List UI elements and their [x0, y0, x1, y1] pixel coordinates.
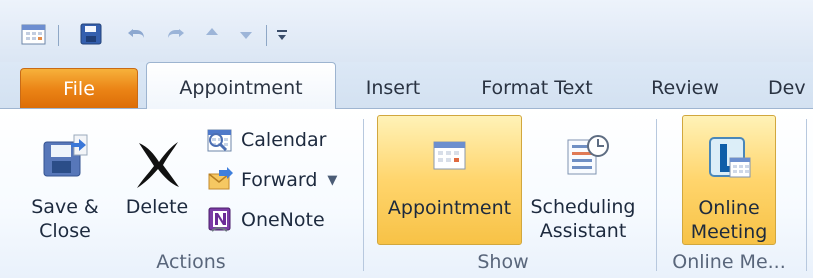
- ribbon-tab-strip: File Appointment Insert Format Text Revi…: [0, 62, 813, 109]
- appointment-calendar-icon: [427, 135, 473, 181]
- tab-developer-partial[interactable]: Dev: [768, 68, 813, 108]
- save-close-button[interactable]: Save & Close: [22, 115, 108, 245]
- actions-group-label: Actions: [156, 251, 226, 273]
- forward-dropdown-arrow-icon[interactable]: ▼: [327, 173, 337, 188]
- group-separator: [806, 119, 807, 271]
- tab-appointment[interactable]: Appointment: [146, 62, 336, 109]
- scheduling-assistant-button[interactable]: Scheduling Assistant: [523, 115, 643, 245]
- appointment-view-button[interactable]: Appointment: [377, 115, 522, 245]
- up-arrow-icon[interactable]: [202, 22, 222, 46]
- online-meeting-label-line-1: Online: [698, 197, 760, 219]
- delete-x-icon: [128, 135, 186, 193]
- delete-label: Delete: [125, 196, 189, 218]
- calendar-label: Calendar: [241, 129, 327, 151]
- online-meeting-group-label: Online Me...: [672, 251, 786, 273]
- group-separator: [363, 119, 364, 271]
- tab-file[interactable]: File: [20, 68, 138, 108]
- redo-icon[interactable]: [163, 22, 187, 46]
- onenote-icon: [205, 205, 235, 235]
- show-group-label: Show: [477, 251, 529, 273]
- appointment-ribbon: Save & Close Delete Calendar Forward ▼ O…: [0, 108, 813, 278]
- undo-icon[interactable]: [125, 22, 149, 46]
- toolbar-separator: [266, 25, 267, 46]
- tab-review[interactable]: Review: [639, 68, 731, 108]
- calendar-button[interactable]: Calendar: [205, 123, 326, 157]
- group-separator: [656, 119, 657, 271]
- save-close-label-line-1: Save &: [31, 196, 99, 218]
- forward-icon: [205, 165, 235, 195]
- scheduling-assistant-icon: [556, 130, 610, 188]
- forward-label: Forward: [241, 169, 318, 191]
- appointment-view-label: Appointment: [387, 197, 512, 219]
- onenote-button[interactable]: OneNote: [205, 203, 325, 237]
- customize-toolbar-icon[interactable]: [274, 22, 290, 46]
- calendar-icon: [205, 125, 235, 155]
- online-meeting-button[interactable]: Online Meeting: [682, 115, 776, 245]
- forward-button[interactable]: Forward ▼: [205, 163, 337, 197]
- toolbar-separator: [58, 25, 59, 46]
- tab-format-text[interactable]: Format Text: [466, 68, 608, 108]
- online-meeting-label-line-2: Meeting: [690, 221, 768, 243]
- outlook-appointment-window: File Appointment Insert Format Text Revi…: [0, 0, 813, 278]
- down-arrow-icon[interactable]: [236, 22, 256, 46]
- calendar-grid-icon[interactable]: [21, 22, 47, 46]
- save-close-label-line-2: Close: [39, 220, 91, 242]
- save-close-icon: [36, 130, 94, 188]
- quick-access-toolbar: [0, 0, 813, 62]
- scheduling-label-line-2: Assistant: [539, 220, 627, 242]
- online-meeting-icon: [702, 130, 756, 190]
- save-icon[interactable]: [79, 22, 103, 46]
- onenote-label: OneNote: [241, 209, 325, 231]
- scheduling-label-line-1: Scheduling: [530, 196, 636, 218]
- delete-button[interactable]: Delete: [118, 115, 196, 245]
- tab-insert[interactable]: Insert: [353, 68, 433, 108]
